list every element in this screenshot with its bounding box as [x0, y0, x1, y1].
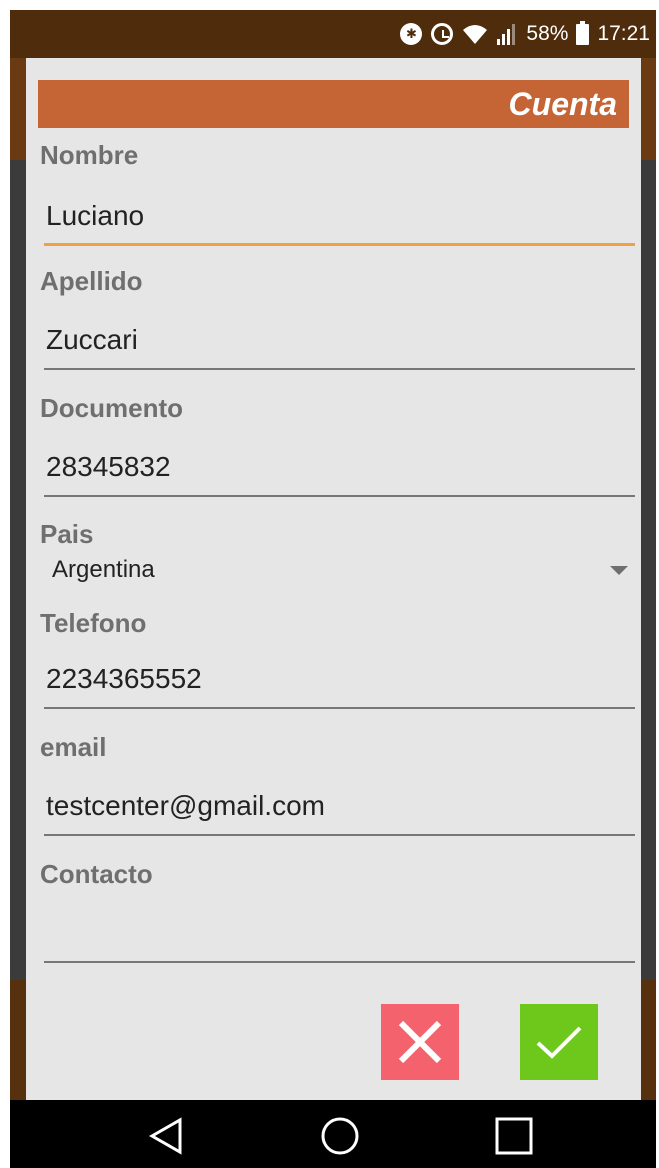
home-icon[interactable] — [318, 1114, 362, 1158]
email-label: email — [40, 732, 107, 762]
contacto-label: Contacto — [40, 859, 153, 889]
confirm-button[interactable] — [520, 1004, 598, 1080]
status-time: 17:21 — [597, 22, 650, 45]
status-icons: ✱ 58% 17:21 — [400, 10, 650, 58]
apellido-field[interactable]: Zuccari — [44, 320, 635, 370]
signal-icon — [497, 24, 516, 45]
telefono-field[interactable]: 2234365552 — [44, 659, 635, 709]
country-select-value: Argentina — [52, 556, 155, 583]
check-icon — [536, 1026, 582, 1059]
wifi-icon — [463, 25, 488, 44]
navigation-bar — [10, 1100, 656, 1168]
bluetooth-icon: ✱ — [400, 23, 423, 45]
cancel-button[interactable] — [381, 1004, 459, 1080]
recents-icon[interactable] — [492, 1114, 536, 1158]
apellido-label: Apellido — [40, 266, 143, 296]
account-dialog: Cuenta Nombre Luciano Apellido Zuccari D… — [26, 58, 641, 1100]
documento-field[interactable]: 28345832 — [44, 447, 635, 497]
pais-label: Pais — [40, 519, 94, 549]
telefono-label: Telefono — [40, 608, 147, 638]
nombre-field[interactable]: Luciano — [44, 196, 635, 246]
status-bar: ✱ 58% 17:21 — [10, 10, 656, 58]
close-icon — [398, 1020, 442, 1064]
dropdown-arrow-icon — [610, 566, 628, 575]
alarm-icon — [430, 22, 454, 46]
contacto-field[interactable] — [44, 913, 635, 963]
country-select[interactable]: Argentina — [52, 550, 632, 590]
phone-screen: ✱ 58% 17:21 Cuenta Nombre Luciano Apelli… — [10, 10, 656, 1168]
email-field[interactable]: testcenter@gmail.com — [44, 786, 635, 836]
dialog-title: Cuenta — [508, 86, 617, 122]
nombre-label: Nombre — [40, 140, 139, 170]
battery-percent: 58% — [526, 22, 569, 45]
dialog-header: Cuenta — [38, 80, 629, 128]
documento-label: Documento — [40, 393, 183, 423]
battery-icon — [576, 20, 590, 45]
back-icon[interactable] — [144, 1114, 188, 1158]
